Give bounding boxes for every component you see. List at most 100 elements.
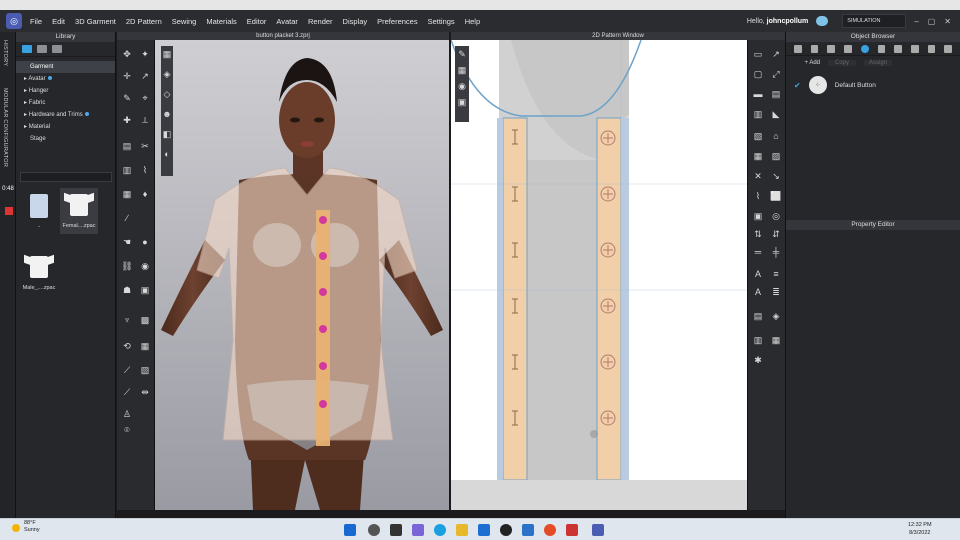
clo-taskbar-icon[interactable] bbox=[592, 524, 604, 536]
copy-pattern-icon[interactable]: ▤ bbox=[752, 310, 764, 322]
list-icon[interactable] bbox=[794, 45, 802, 53]
menu-preferences[interactable]: Preferences bbox=[377, 17, 417, 26]
mesh-view-icon[interactable]: ◇ bbox=[161, 88, 173, 100]
chrome-icon[interactable] bbox=[544, 524, 556, 536]
fabric-view-icon[interactable]: ◈ bbox=[161, 68, 173, 80]
knife-icon[interactable]: ⟋ bbox=[121, 386, 133, 398]
gather-icon[interactable]: ⬜ bbox=[770, 190, 782, 202]
graphic-icon[interactable]: ▦ bbox=[121, 188, 133, 200]
library-thumb-male[interactable]: Male_....zpac bbox=[20, 250, 58, 296]
seam-allowance-icon[interactable]: ▦ bbox=[752, 150, 764, 162]
teams-icon[interactable] bbox=[412, 524, 424, 536]
2d-thumb-icon[interactable]: ▣ bbox=[456, 96, 468, 108]
library-thumb-parent[interactable]: .. bbox=[20, 188, 58, 234]
buttonhole-obj-icon[interactable] bbox=[877, 45, 886, 53]
tree-item-stage[interactable]: Stage bbox=[16, 133, 115, 145]
maximize-button[interactable]: ▢ bbox=[928, 17, 936, 26]
pose-icon[interactable]: ✦ bbox=[139, 48, 151, 60]
copy-button[interactable]: Copy bbox=[828, 60, 856, 66]
transform-pattern-icon[interactable]: ↗ bbox=[770, 48, 782, 60]
star-icon[interactable] bbox=[22, 45, 32, 53]
segment-ts-icon[interactable]: ⇵ bbox=[770, 228, 782, 240]
file-explorer-icon[interactable] bbox=[456, 524, 468, 536]
more-obj-icon[interactable] bbox=[944, 45, 953, 53]
brush-icon[interactable]: ✎ bbox=[121, 92, 133, 104]
tree-item-avatar[interactable]: ▸ Avatar bbox=[16, 73, 115, 85]
search-icon[interactable] bbox=[368, 524, 380, 536]
menu-display[interactable]: Display bbox=[343, 17, 368, 26]
trace-icon[interactable]: ▧ bbox=[752, 130, 764, 142]
hand-icon[interactable]: ☚ bbox=[121, 236, 133, 248]
menu-settings[interactable]: Settings bbox=[428, 17, 455, 26]
record-stop-icon[interactable] bbox=[5, 207, 13, 215]
avatar-icon[interactable]: ☗ bbox=[121, 284, 133, 296]
fix-pin-icon[interactable]: ⌖ bbox=[139, 92, 151, 104]
cloud-library-icon[interactable] bbox=[52, 45, 62, 53]
avatar-pose-icon[interactable]: ♙ bbox=[121, 408, 133, 420]
sew-icon[interactable]: ✂ bbox=[139, 140, 151, 152]
mail-icon[interactable] bbox=[478, 524, 490, 536]
menu-render[interactable]: Render bbox=[308, 17, 333, 26]
avatar-view-icon[interactable]: ☻ bbox=[161, 108, 173, 120]
text-icon[interactable]: A bbox=[752, 268, 764, 280]
button-obj-icon[interactable] bbox=[860, 45, 869, 53]
elastic-icon[interactable]: ⌇ bbox=[752, 190, 764, 202]
username[interactable]: johncpollum bbox=[767, 18, 809, 25]
fabric-icon[interactable] bbox=[827, 45, 836, 53]
text-tool-icon[interactable]: A bbox=[752, 286, 764, 298]
camera-icon[interactable]: ⌾ bbox=[121, 424, 133, 436]
ruler-icon[interactable]: ≣ bbox=[770, 286, 782, 298]
cloud-icon[interactable] bbox=[816, 16, 829, 26]
arrangement-icon[interactable]: ▣ bbox=[139, 284, 151, 296]
internal-polygon-icon[interactable]: ▥ bbox=[752, 108, 764, 120]
polygon-icon[interactable]: ▬ bbox=[752, 88, 764, 100]
store-icon[interactable] bbox=[522, 524, 534, 536]
menu-edit[interactable]: Edit bbox=[52, 17, 65, 26]
pin-2d-icon[interactable]: ✱ bbox=[752, 354, 764, 366]
edit-pattern-icon[interactable]: ▭ bbox=[752, 48, 764, 60]
select-move-icon[interactable]: ✥ bbox=[121, 48, 133, 60]
segment-sewing-icon[interactable]: ✕ bbox=[752, 170, 764, 182]
notch-icon[interactable]: ⌂ bbox=[770, 130, 782, 142]
list-item[interactable]: ✔ ⁘ Default Button bbox=[786, 70, 960, 100]
pattern-view-icon[interactable]: ✎ bbox=[456, 48, 468, 60]
wrap-icon[interactable]: ◎ bbox=[770, 210, 782, 222]
dart-icon[interactable]: ◣ bbox=[770, 108, 782, 120]
bind-icon[interactable]: ▦ bbox=[770, 334, 782, 346]
viewport-2d[interactable]: ✎ ▦ ◉ ▣ bbox=[451, 40, 747, 510]
button-icon[interactable]: ● bbox=[139, 236, 151, 248]
folder-icon[interactable] bbox=[37, 45, 47, 53]
puckering-obj-icon[interactable] bbox=[910, 45, 919, 53]
library-thumb-female[interactable]: Femal....zpac bbox=[60, 188, 98, 234]
minimize-button[interactable]: – bbox=[914, 17, 918, 26]
dell-icon[interactable] bbox=[500, 524, 512, 536]
tree-item-hanger[interactable]: ▸ Hanger bbox=[16, 85, 115, 97]
layer-icon[interactable]: ▩ bbox=[139, 314, 151, 326]
annotation-icon[interactable]: ≡ bbox=[770, 268, 782, 280]
edge-icon[interactable] bbox=[434, 524, 446, 536]
reset-icon[interactable]: ⟲ bbox=[121, 340, 133, 352]
measure-icon[interactable]: ⟂ bbox=[139, 114, 151, 126]
tab-modular-configurator[interactable]: MODULAR CONFIGURATOR bbox=[2, 88, 8, 167]
start-icon[interactable] bbox=[344, 524, 356, 536]
taskbar-clock[interactable]: 12:32 PM 8/3/2022 bbox=[908, 521, 932, 537]
trim-icon[interactable]: ♦ bbox=[139, 188, 151, 200]
tree-item-garment[interactable]: Garment bbox=[16, 61, 115, 73]
rectangle-icon[interactable]: ▤ bbox=[770, 88, 782, 100]
puckering-icon[interactable]: ⌇ bbox=[139, 164, 151, 176]
edit-curvature-icon[interactable]: ⤢ bbox=[770, 68, 782, 80]
graphic-obj-icon[interactable] bbox=[844, 45, 852, 53]
viewport-3d[interactable]: ▦ ◈ ◇ ☻ ◧ ◐ bbox=[155, 40, 449, 510]
zipper-icon[interactable]: ⛓ bbox=[121, 260, 133, 272]
tack-icon[interactable]: ✚ bbox=[121, 114, 133, 126]
menu-file[interactable]: File bbox=[30, 17, 42, 26]
segment-icon[interactable]: ▤ bbox=[121, 140, 133, 152]
freesew-icon[interactable]: ↘ bbox=[770, 170, 782, 182]
assign-button[interactable]: Assign bbox=[864, 60, 892, 66]
light-view-icon[interactable]: ◐ bbox=[161, 148, 173, 160]
mode-selector[interactable]: SIMULATION bbox=[842, 14, 907, 28]
topstitch-obj-icon[interactable] bbox=[894, 45, 902, 53]
menu-3d-garment[interactable]: 3D Garment bbox=[75, 17, 116, 26]
cube-icon[interactable] bbox=[810, 45, 819, 53]
line-2d-icon[interactable]: ═ bbox=[752, 246, 764, 258]
